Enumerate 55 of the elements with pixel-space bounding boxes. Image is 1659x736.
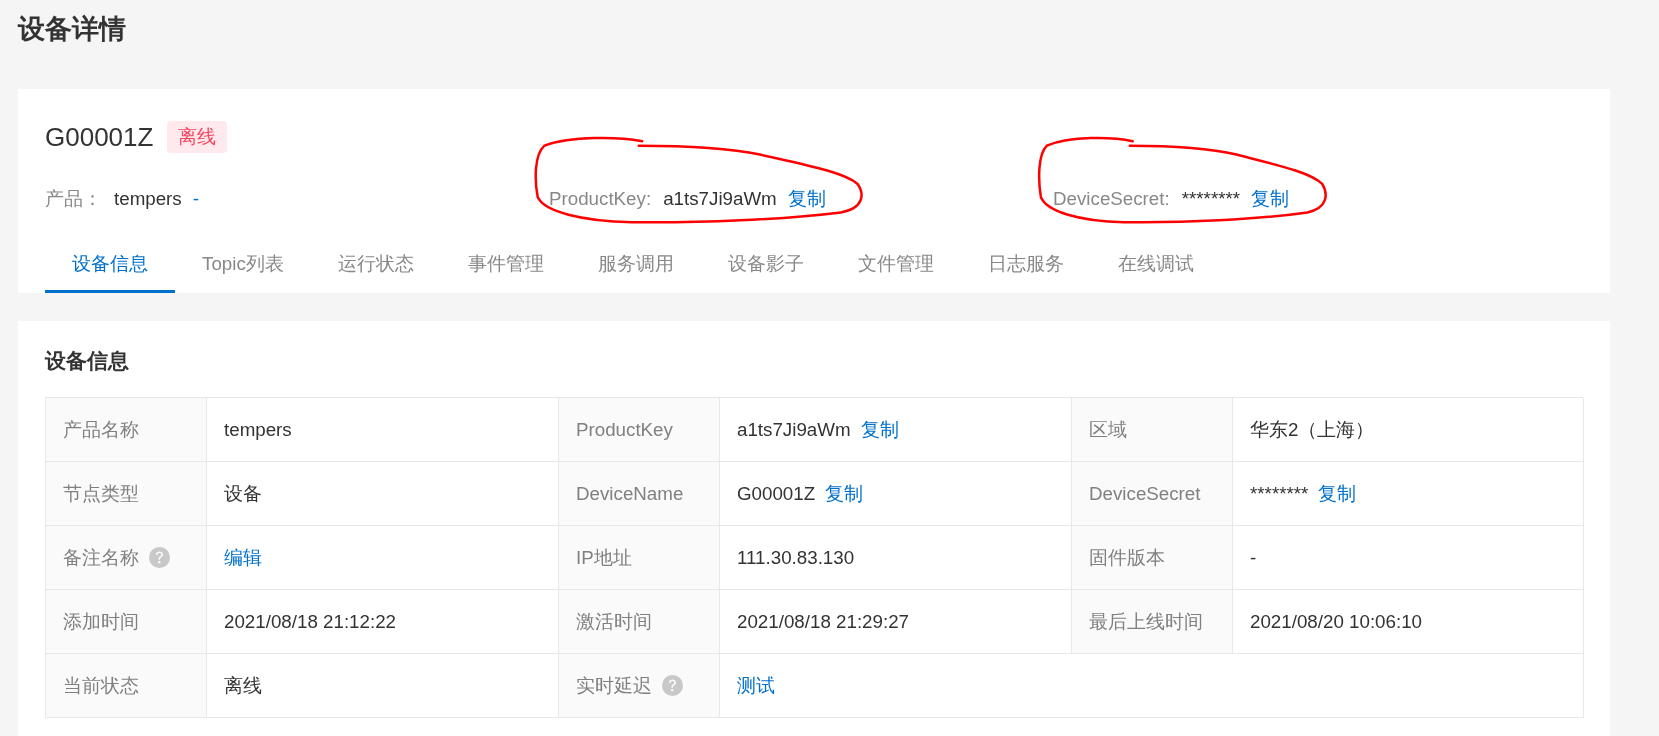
section-title: 设备信息 [45, 348, 129, 374]
tab[interactable]: Topic列表 [175, 236, 311, 293]
help-icon[interactable] [149, 547, 170, 568]
status-badge: 离线 [167, 121, 228, 153]
tab[interactable]: 事件管理 [440, 236, 571, 293]
field-label: 备注名称 [63, 545, 139, 570]
field-label: 实时延迟 [576, 673, 652, 698]
field-value: a1ts7Ji9aWm [737, 417, 851, 442]
field-label: 区域 [1089, 417, 1127, 442]
field-value: 华东2（上海） [1250, 417, 1375, 442]
field-value: G00001Z [737, 481, 816, 506]
summary-value: ******** [1181, 187, 1241, 211]
field-label: ProductKey [576, 417, 673, 442]
tab[interactable]: 设备影子 [700, 236, 831, 293]
summary-label: 产品： [45, 187, 102, 211]
action-link[interactable]: 复制 [1318, 481, 1357, 506]
field-label: 激活时间 [576, 609, 652, 634]
value-link[interactable]: 测试 [737, 673, 775, 698]
page-title: 设备详情 [18, 13, 126, 46]
summary-value: tempers [114, 187, 182, 211]
tab[interactable]: 运行状态 [310, 236, 441, 293]
field-label: 当前状态 [63, 673, 139, 698]
field-value: tempers [224, 417, 292, 442]
field-value: 离线 [224, 673, 262, 698]
field-value: 设备 [224, 481, 262, 506]
field-value: - [1250, 545, 1257, 570]
field-label: 最后上线时间 [1089, 609, 1203, 634]
summary-value: a1ts7Ji9aWm [663, 187, 777, 211]
field-label: 节点类型 [63, 481, 139, 506]
field-label: IP地址 [576, 545, 632, 570]
field-value: 111.30.83.130 [737, 545, 855, 570]
tab[interactable]: 服务调用 [570, 236, 701, 293]
field-label: 固件版本 [1089, 545, 1165, 570]
action-link[interactable]: 复制 [787, 187, 826, 211]
summary-label: DeviceSecret: [1053, 187, 1170, 211]
field-value: 2021/08/20 10:06:10 [1250, 609, 1423, 634]
tab[interactable]: 设备信息 [45, 236, 175, 293]
field-value: ******** [1250, 481, 1309, 506]
help-icon[interactable] [662, 675, 683, 696]
summary-label: ProductKey: [549, 187, 652, 211]
tab[interactable]: 在线调试 [1090, 236, 1221, 293]
action-link[interactable]: 复制 [1251, 187, 1290, 211]
field-value: 2021/08/18 21:29:27 [737, 609, 910, 634]
field-label: 添加时间 [63, 609, 139, 634]
field-label: DeviceSecret [1089, 481, 1201, 506]
tab[interactable]: 文件管理 [830, 236, 961, 293]
tab[interactable]: 日志服务 [960, 236, 1091, 293]
device-name: G00001Z [45, 121, 154, 154]
field-label: DeviceName [576, 481, 684, 506]
action-link[interactable]: 复制 [860, 417, 899, 442]
field-value: 2021/08/18 21:12:22 [224, 609, 397, 634]
action-link[interactable]: 复制 [825, 481, 864, 506]
field-label: 产品名称 [63, 417, 139, 442]
value-link[interactable]: 编辑 [224, 545, 262, 570]
action-link[interactable]: - [192, 187, 199, 211]
